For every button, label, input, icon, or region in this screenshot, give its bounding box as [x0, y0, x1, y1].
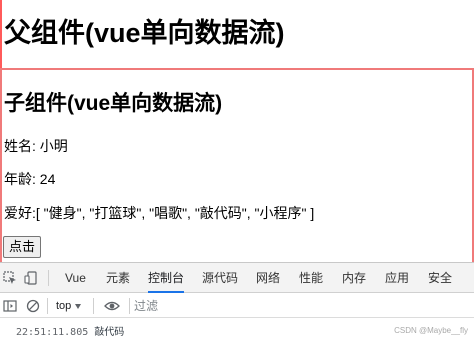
name-text: 姓名: 小明 [4, 138, 68, 154]
watermark: CSDN @Maybe__fly [394, 326, 468, 335]
tab-vue[interactable]: Vue [65, 263, 86, 293]
inspect-element-icon[interactable] [3, 271, 17, 285]
device-toolbar-icon[interactable] [24, 271, 38, 285]
click-button[interactable]: 点击 [3, 236, 42, 258]
console-filter-input[interactable] [134, 297, 470, 315]
tab-network[interactable]: 网络 [256, 263, 280, 293]
console-toolbar: top [0, 294, 474, 318]
context-label: top [56, 300, 72, 312]
sidebar-toggle-icon[interactable] [3, 299, 17, 313]
parent-title: 父组件(vue单向数据流) [4, 18, 285, 48]
page-content: 父组件(vue单向数据流) 子组件(vue单向数据流) 姓名: 小明 年龄: 2… [0, 0, 474, 262]
console-divider [47, 298, 48, 314]
tab-performance[interactable]: 性能 [299, 263, 323, 293]
devtools-tabbar: Vue 元素 控制台 源代码 网络 性能 内存 应用 安全 [0, 263, 474, 293]
clear-console-icon[interactable] [26, 299, 40, 313]
tab-memory[interactable]: 内存 [342, 263, 366, 293]
tab-sources[interactable]: 源代码 [202, 263, 238, 293]
chevron-down-icon [75, 303, 82, 309]
console-divider-2 [93, 298, 94, 314]
log-timestamp: 22:51:11.805 [16, 327, 89, 338]
tab-security[interactable]: 安全 [428, 263, 452, 293]
live-expression-eye-icon[interactable] [104, 299, 120, 313]
hobby-text: 爱好:[ "健身", "打篮球", "唱歌", "敲代码", "小程序" ] [4, 205, 315, 221]
tab-elements[interactable]: 元素 [106, 263, 130, 293]
tab-application[interactable]: 应用 [385, 263, 409, 293]
tab-console[interactable]: 控制台 [148, 263, 185, 293]
toolbar-divider [48, 270, 49, 286]
log-message: 敲代码 [94, 327, 125, 338]
console-log-entry: 22:51:11.805 敲代码 [16, 323, 124, 338]
console-divider-3 [129, 298, 130, 314]
age-text: 年龄: 24 [4, 171, 56, 187]
context-selector[interactable]: top [56, 298, 82, 314]
child-title: 子组件(vue单向数据流) [4, 92, 223, 115]
